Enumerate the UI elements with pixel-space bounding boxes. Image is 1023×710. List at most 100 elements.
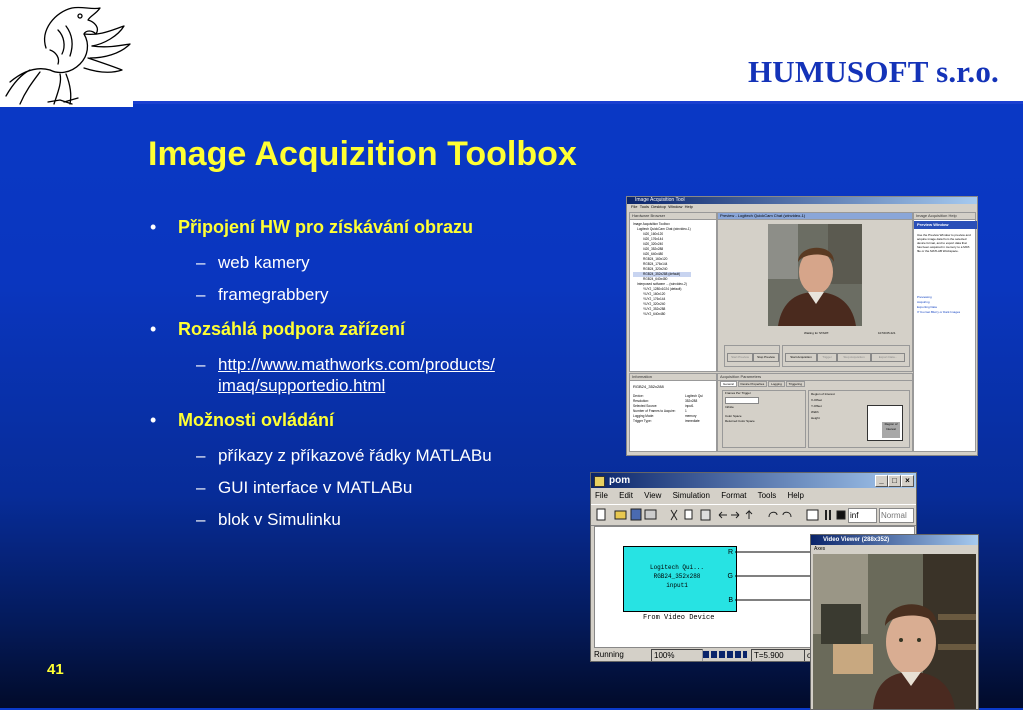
info-label: Device: bbox=[633, 394, 644, 398]
tab-logging[interactable]: Logging bbox=[768, 381, 785, 387]
port-r: R bbox=[727, 549, 733, 556]
slide-title: Image Acquizition Toolbox bbox=[148, 135, 577, 173]
acq-tool-menu: File Tools Desktop Window Help bbox=[631, 204, 693, 209]
simulink-toolbar: inf Normal bbox=[591, 504, 916, 526]
bullet-list: • Připojení HW pro získávání obrazu – web … bbox=[148, 217, 588, 541]
sub-bullet: – blok v Simulinku bbox=[196, 510, 341, 529]
tab-triggering[interactable]: Triggering bbox=[785, 381, 805, 387]
block-device: Logitech Qui... bbox=[649, 564, 704, 571]
info-row: Trigger Type: immediate bbox=[633, 419, 713, 424]
help-heading: Preview Window bbox=[914, 221, 977, 229]
hardware-browser-header: Hardware Browser bbox=[630, 213, 716, 220]
port-b: B bbox=[728, 597, 733, 604]
close-button[interactable]: × bbox=[901, 475, 914, 487]
menu-axes[interactable]: Axes bbox=[814, 546, 825, 552]
sim-mode-select[interactable]: Normal bbox=[879, 508, 914, 523]
acq-tool-screenshot: Image Acquisition Tool File Tools Deskto… bbox=[626, 196, 978, 456]
params-left-group: Frames Per Trigger Infinite Color Space … bbox=[722, 390, 806, 448]
block-format: RGB24_352x288 bbox=[653, 573, 701, 580]
start-preview-button[interactable]: Start Preview bbox=[727, 353, 753, 362]
maximize-button[interactable]: □ bbox=[888, 475, 901, 487]
help-links: Previewing Acquiring Exporting Data If You … bbox=[917, 295, 972, 315]
acq-params-header: Acquisition Parameters bbox=[718, 374, 912, 381]
signal-lines bbox=[735, 548, 815, 604]
company-logo bbox=[0, 0, 133, 107]
info-label: Selected Source: bbox=[633, 404, 658, 408]
block-label: From Video Device bbox=[643, 614, 715, 622]
info-value: immediate bbox=[685, 419, 700, 423]
from-video-device-block[interactable]: Logitech Qui... RGB24_352x288 input1 R G… bbox=[623, 546, 737, 612]
simulink-model-icon bbox=[594, 476, 605, 487]
hardware-browser-panel: Hardware Browser Image Acquisition Toolb… bbox=[629, 212, 717, 372]
menu-tools[interactable]: Tools bbox=[758, 491, 777, 500]
bullet-hw: • Připojení HW pro získávání obrazu bbox=[150, 217, 474, 237]
help-text: Use the Preview Window to preview and ac… bbox=[917, 233, 971, 253]
port-g: G bbox=[727, 573, 733, 580]
block-input: input1 bbox=[666, 582, 688, 589]
stop-acquisition-button[interactable]: Stop Acquisition bbox=[837, 353, 871, 362]
menu-format[interactable]: Format bbox=[721, 491, 746, 500]
stop-time-input[interactable]: inf bbox=[848, 508, 877, 523]
preview-group: Start Preview Stop Preview bbox=[724, 345, 780, 367]
preview-status: Waiting for START. bbox=[804, 331, 830, 335]
info-label: Trigger Type: bbox=[633, 419, 652, 423]
status-running: Running bbox=[594, 650, 624, 659]
sub-bullet: – příkazy z příkazové řádky MATLABu bbox=[196, 446, 492, 465]
trigger-button[interactable]: Trigger bbox=[817, 353, 837, 362]
preview-image bbox=[768, 224, 862, 326]
hardware-tree: Image Acquisition Toolbox Logitech QuickC… bbox=[633, 222, 691, 317]
simulink-titlebar: pom _ □ × bbox=[591, 473, 916, 488]
video-viewer-window: Video Viewer (288x352) Axes bbox=[810, 534, 979, 710]
bullet-devices: • Rozsáhlá podpora zařízení bbox=[150, 319, 406, 339]
information-format: RGB24_352x288 bbox=[633, 384, 664, 389]
company-name: HUMUSOFT s.r.o. bbox=[747, 54, 999, 89]
stop-preview-button[interactable]: Stop Preview bbox=[753, 353, 779, 362]
sub-bullet: – GUI interface v MATLABu bbox=[196, 478, 413, 497]
preview-time: 10:59:05.221 bbox=[878, 331, 896, 335]
page-number: 41 bbox=[47, 661, 64, 678]
info-label: Number of Frames to Acquire: bbox=[633, 409, 676, 413]
start-acquisition-button[interactable]: Start Acquisition bbox=[785, 353, 817, 362]
menu-help[interactable]: Help bbox=[788, 491, 804, 500]
video-viewer-titlebar: Video Viewer (288x352) bbox=[811, 535, 978, 545]
preview-panel: Preview - Logitech QuickCam Chat (winvid… bbox=[717, 212, 913, 372]
bird-logo-icon bbox=[5, 6, 131, 105]
params-roi-group: Region of Interest X-Offset Y-Offset Wid… bbox=[808, 390, 910, 448]
tree-item[interactable]: YUY2_640x480 bbox=[633, 312, 691, 317]
acq-tool-titlebar: Image Acquisition Tool bbox=[627, 197, 977, 204]
preview-header: Preview - Logitech QuickCam Chat (winvid… bbox=[718, 213, 912, 220]
help-panel: Image Acquisition Help Preview Window Us… bbox=[913, 212, 977, 452]
acquire-group: Start Acquisition Trigger Stop Acquisiti… bbox=[782, 345, 910, 367]
help-link[interactable]: If You Get Blurry or Dark Images bbox=[917, 310, 972, 315]
tab-general[interactable]: General bbox=[720, 381, 737, 387]
simulink-title: pom bbox=[609, 475, 631, 486]
support-link[interactable]: http://www.mathworks.com/products/imaq/s… bbox=[218, 355, 495, 395]
help-header: Image Acquisition Help bbox=[914, 213, 975, 220]
bullet-control: • Možnosti ovládání bbox=[150, 410, 335, 430]
support-link-item: – http://www.mathworks.com/products/imaq… bbox=[196, 355, 495, 395]
simulink-menu: File Edit View Simulation Format Tools H… bbox=[591, 488, 916, 504]
acq-params-tabs: General Device Properties Logging Trigge… bbox=[720, 381, 805, 387]
information-header: Information bbox=[630, 374, 716, 381]
information-panel: Information RGB24_352x288 Device: Logitec… bbox=[629, 373, 717, 452]
sub-bullet: – web kamery bbox=[196, 253, 310, 272]
information-rows: Device: Logitech Qui Resolution: 352x288 Sel… bbox=[633, 394, 713, 424]
roi-diagram: Region of Interest bbox=[867, 405, 903, 441]
video-frame bbox=[813, 554, 976, 709]
info-label: Logging Mode: bbox=[633, 414, 655, 418]
minimize-button[interactable]: _ bbox=[875, 475, 888, 487]
status-time: T=5.900 bbox=[751, 649, 805, 661]
acq-params-panel: Acquisition Parameters General Device Pr… bbox=[717, 373, 913, 452]
progress-bar bbox=[703, 651, 747, 658]
menu-file[interactable]: File bbox=[595, 491, 608, 500]
info-label: Resolution: bbox=[633, 399, 649, 403]
menu-edit[interactable]: Edit bbox=[619, 491, 633, 500]
export-data-button[interactable]: Export Data... bbox=[871, 353, 905, 362]
video-viewer-menu: Axes bbox=[811, 545, 978, 553]
menu-simulation[interactable]: Simulation bbox=[673, 491, 710, 500]
sub-bullet: – framegrabbery bbox=[196, 285, 329, 304]
tab-device-properties[interactable]: Device Properties bbox=[737, 381, 768, 387]
status-percent: 100% bbox=[651, 649, 703, 661]
menu-view[interactable]: View bbox=[644, 491, 661, 500]
header-divider bbox=[133, 101, 1023, 104]
